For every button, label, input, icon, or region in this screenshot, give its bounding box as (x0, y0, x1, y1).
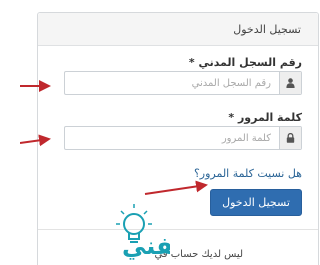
civil-id-field-group (64, 71, 302, 95)
watermark-logo: ثقفني (20, 204, 200, 262)
page: تسجيل الدخول رقم السجل المدني * كلمة الم… (20, 0, 320, 265)
password-field-group (64, 126, 302, 150)
civil-id-input[interactable] (65, 72, 279, 94)
forgot-password-link[interactable]: هل نسيت كلمة المرور؟ (194, 167, 302, 180)
watermark-text: ثقفني (122, 232, 170, 260)
civil-id-label: رقم السجل المدني * (188, 56, 302, 69)
panel-title: تسجيل الدخول (233, 22, 301, 36)
password-label: كلمة المرور * (228, 111, 302, 124)
lock-icon (279, 127, 301, 149)
user-icon (279, 72, 301, 94)
login-button[interactable]: تسجيل الدخول (210, 189, 302, 216)
panel-header: تسجيل الدخول (38, 13, 318, 46)
password-input[interactable] (65, 127, 279, 149)
